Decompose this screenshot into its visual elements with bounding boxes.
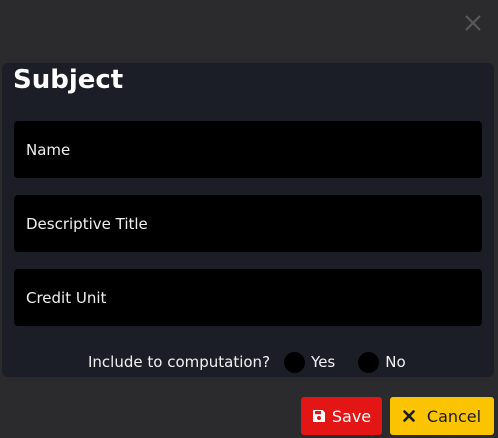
radio-yes[interactable]: Yes — [284, 351, 336, 373]
computation-question: Include to computation? — [88, 353, 271, 371]
computation-radio-group: Include to computation? Yes No — [88, 350, 406, 374]
times-icon — [403, 410, 415, 422]
descriptive-title-field[interactable] — [14, 195, 482, 252]
radio-no-label: No — [385, 353, 406, 371]
name-input[interactable] — [14, 121, 482, 178]
radio-yes-indicator[interactable] — [284, 351, 306, 373]
floppy-disk-icon — [312, 409, 326, 423]
close-icon[interactable] — [463, 13, 483, 33]
descriptive-title-input[interactable] — [14, 195, 482, 252]
dialog-title: Subject — [13, 65, 124, 95]
save-button[interactable]: Save — [301, 397, 382, 435]
cancel-button[interactable]: Cancel — [390, 397, 494, 435]
cancel-label: Cancel — [426, 406, 482, 426]
radio-yes-label: Yes — [311, 353, 336, 371]
name-field[interactable] — [14, 121, 482, 178]
credit-unit-field[interactable] — [14, 269, 482, 326]
radio-no-indicator[interactable] — [358, 351, 380, 373]
save-label: Save — [331, 406, 372, 426]
subject-form-card: Subject Include to computation? Yes No — [2, 63, 494, 377]
radio-no[interactable]: No — [358, 351, 406, 373]
credit-unit-input[interactable] — [14, 269, 482, 326]
